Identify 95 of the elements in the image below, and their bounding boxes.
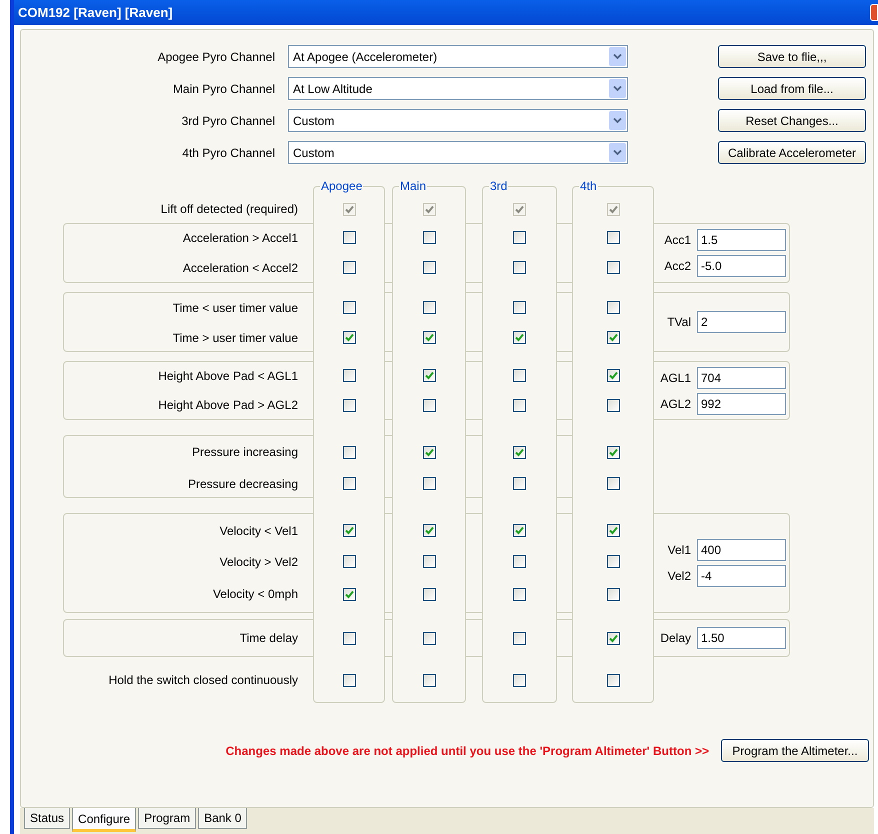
checkbox[interactable] [513,231,526,244]
checkbox[interactable] [422,477,436,490]
checkbox[interactable] [606,301,620,314]
checkbox[interactable] [422,231,436,244]
input-field[interactable]: 704 [697,366,786,388]
channel-label: 3rd Pyro Channel [180,112,276,130]
checkbox[interactable] [513,261,526,274]
field-label: Acc2 [664,258,691,275]
checkbox[interactable] [342,555,356,568]
checkbox[interactable] [513,477,526,490]
condition-label: Lift off detected (required) [160,201,299,218]
input-field[interactable]: -4 [697,565,786,587]
dropdown-value: At Low Altitude [292,80,372,98]
checkbox[interactable] [342,477,356,490]
dropdown[interactable]: Custom [288,109,628,132]
field-label: TVal [667,314,691,331]
checkbox[interactable] [606,261,620,274]
checkbox[interactable] [342,261,356,274]
condition-label: Velocity < 0mph [212,586,299,603]
condition-label: Acceleration > Accel1 [182,230,299,246]
warning-message: Changes made above are not applied until you use the 'Program Altimeter' Button >> [226,742,709,760]
action-button[interactable]: Reset Changes... [718,109,866,132]
input-field[interactable]: 1.50 [697,627,786,649]
input-field[interactable]: 2 [697,311,786,333]
condition-label: Height Above Pad < AGL1 [157,368,299,384]
condition-label: Time > user timer value [172,330,299,346]
condition-label: Velocity > Vel2 [218,554,299,570]
field-label: Delay [660,630,691,647]
field-label: Acc1 [664,232,691,249]
field-label: AGL2 [660,396,691,412]
close-button[interactable] [870,4,878,21]
channel-label: 4th Pyro Channel [181,144,276,162]
checkbox[interactable] [513,369,526,382]
condition-label: Velocity < Vel1 [218,522,299,540]
condition-label: Pressure decreasing [186,476,299,492]
checkbox[interactable] [422,555,436,568]
checkbox[interactable] [422,261,436,274]
checkbox[interactable] [422,524,436,537]
chevron-icon [609,79,626,98]
checkbox[interactable] [513,301,526,314]
input-field[interactable]: 1.5 [697,229,786,251]
action-button[interactable]: Calibrate Accelerometer [718,141,866,164]
checkbox[interactable] [342,231,356,244]
checkbox[interactable] [342,331,356,344]
checkbox[interactable] [342,369,356,382]
checkbox[interactable] [342,301,356,314]
checkbox[interactable] [513,555,526,568]
checkbox[interactable] [606,369,620,382]
channel-label: Apogee Pyro Channel [156,48,276,66]
input-field[interactable]: 400 [697,539,786,561]
channel-label: Main Pyro Channel [172,80,276,98]
condition-label: Time < user timer value [172,300,299,316]
checkbox[interactable] [342,524,356,537]
checkbox[interactable] [606,555,620,568]
checkbox[interactable] [606,477,620,490]
dropdown[interactable]: At Apogee (Accelerometer) [288,45,628,68]
chevron-icon [609,47,626,66]
checkbox[interactable] [422,369,436,382]
checkbox[interactable] [513,398,526,412]
field-label: AGL1 [660,370,691,386]
action-button[interactable]: Program the Altimeter... [721,739,869,762]
dropdown[interactable]: At Low Altitude [288,77,628,100]
checkbox[interactable] [513,446,526,458]
input-field[interactable]: 992 [697,392,786,414]
checkbox[interactable] [513,632,526,644]
checkbox[interactable] [606,524,620,537]
dropdown-value: Custom [292,112,334,130]
dropdown-value: At Apogee (Accelerometer) [292,48,438,66]
tab[interactable]: Configure [72,808,136,832]
tab[interactable]: Status [24,808,70,829]
checkbox[interactable] [513,588,526,600]
window-title: COM192 [Raven] [Raven] [18,4,173,22]
condition-label: Height Above Pad > AGL2 [157,397,299,414]
chevron-icon [609,143,626,162]
dropdown-value: Custom [292,144,334,162]
field-label: Vel1 [668,542,691,559]
chevron-icon [609,111,626,130]
dropdown[interactable]: Custom [288,141,628,164]
field-label: Vel2 [668,568,691,585]
checkbox[interactable] [513,524,526,537]
input-field[interactable]: -5.0 [697,255,786,277]
action-button[interactable]: Load from file... [718,77,866,100]
tab[interactable]: Bank 0 [198,808,248,829]
checkbox[interactable] [606,231,620,244]
checkbox[interactable] [422,301,436,314]
condition-label: Pressure increasing [190,444,299,461]
condition-label: Acceleration < Accel2 [182,260,299,276]
condition-label: Hold the switch closed continuously [108,672,299,689]
checkbox[interactable] [513,674,526,686]
checkbox[interactable] [606,331,620,344]
checkbox[interactable] [513,331,526,344]
tab[interactable]: Program [138,808,196,829]
checkbox[interactable] [422,331,436,344]
condition-label: Time delay [238,630,299,647]
action-button[interactable]: Save to flie,,, [718,45,866,68]
